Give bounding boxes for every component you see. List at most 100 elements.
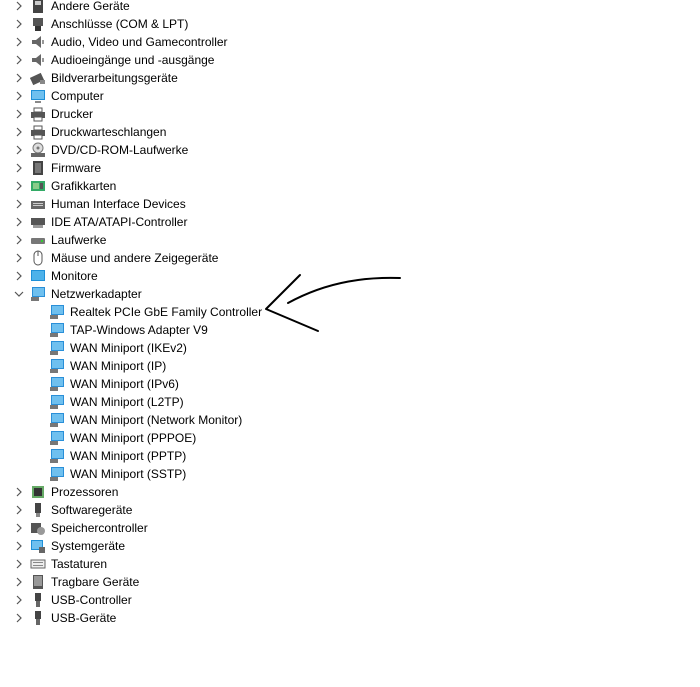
ide-controller-icon bbox=[30, 214, 46, 230]
chevron-right-icon[interactable] bbox=[14, 271, 24, 281]
mouse-icon bbox=[30, 250, 46, 266]
storage-controller-icon bbox=[30, 520, 46, 536]
tree-category-15[interactable]: Monitore bbox=[0, 267, 400, 285]
chevron-right-icon[interactable] bbox=[14, 109, 24, 119]
chevron-right-icon[interactable] bbox=[14, 181, 24, 191]
network-adapter-icon bbox=[49, 394, 65, 410]
tree-device-item[interactable]: WAN Miniport (PPTP) bbox=[0, 447, 400, 465]
network-adapter-icon bbox=[49, 412, 65, 428]
chevron-right-icon[interactable] bbox=[14, 1, 24, 11]
unknown-device-icon bbox=[30, 0, 46, 14]
chevron-right-icon[interactable] bbox=[14, 217, 24, 227]
network-adapter-icon bbox=[49, 358, 65, 374]
chevron-right-icon[interactable] bbox=[14, 253, 24, 263]
chevron-right-icon[interactable] bbox=[14, 127, 24, 137]
tree-device-item[interactable]: WAN Miniport (IPv6) bbox=[0, 375, 400, 393]
tree-category-8[interactable]: DVD/CD-ROM-Laufwerke bbox=[0, 141, 400, 159]
tree-category-label: Mäuse und andere Zeigegeräte bbox=[51, 251, 219, 265]
tree-device-item[interactable]: Realtek PCIe GbE Family Controller bbox=[0, 303, 400, 321]
chevron-right-icon[interactable] bbox=[14, 163, 24, 173]
tree-category-label: Andere Geräte bbox=[51, 0, 130, 13]
tree-device-item[interactable]: WAN Miniport (Network Monitor) bbox=[0, 411, 400, 429]
tree-category-label: Netzwerkadapter bbox=[51, 287, 142, 301]
disc-drive-icon bbox=[30, 142, 46, 158]
tree-category-1[interactable]: Anschlüsse (COM & LPT) bbox=[0, 15, 400, 33]
tree-device-item[interactable]: WAN Miniport (L2TP) bbox=[0, 393, 400, 411]
network-adapter-icon bbox=[30, 286, 46, 302]
portable-device-icon bbox=[30, 574, 46, 590]
chevron-right-icon[interactable] bbox=[14, 235, 24, 245]
tree-category-label: Drucker bbox=[51, 107, 94, 121]
tree-category-13[interactable]: Laufwerke bbox=[0, 231, 400, 249]
tree-device-label: WAN Miniport (L2TP) bbox=[70, 395, 184, 409]
tree-category-14[interactable]: Mäuse und andere Zeigegeräte bbox=[0, 249, 400, 267]
chevron-right-icon[interactable] bbox=[14, 595, 24, 605]
chevron-right-icon[interactable] bbox=[14, 487, 24, 497]
chevron-right-icon[interactable] bbox=[14, 37, 24, 47]
tree-category-2[interactable]: Audio, Video und Gamecontroller bbox=[0, 33, 400, 51]
chevron-right-icon[interactable] bbox=[14, 523, 24, 533]
tree-category-label: Laufwerke bbox=[51, 233, 107, 247]
tree-category-23[interactable]: USB-Controller bbox=[0, 591, 400, 609]
software-device-icon bbox=[30, 502, 46, 518]
tree-device-label: WAN Miniport (IPv6) bbox=[70, 377, 179, 391]
tree-category-4[interactable]: Bildverarbeitungsgeräte bbox=[0, 69, 400, 87]
network-adapter-icon bbox=[49, 466, 65, 482]
keyboard-icon bbox=[30, 556, 46, 572]
tree-category-label: Firmware bbox=[51, 161, 101, 175]
port-icon bbox=[30, 16, 46, 32]
tree-category-17[interactable]: Prozessoren bbox=[0, 483, 400, 501]
tree-category-19[interactable]: Speichercontroller bbox=[0, 519, 400, 537]
tree-device-item[interactable]: WAN Miniport (PPPOE) bbox=[0, 429, 400, 447]
tree-category-label: Systemgeräte bbox=[51, 539, 126, 553]
monitor-icon bbox=[30, 268, 46, 284]
tree-category-5[interactable]: Computer bbox=[0, 87, 400, 105]
tree-category-3[interactable]: Audioeingänge und -ausgänge bbox=[0, 51, 400, 69]
chevron-right-icon[interactable] bbox=[14, 559, 24, 569]
chevron-right-icon[interactable] bbox=[14, 613, 24, 623]
tree-category-24[interactable]: USB-Geräte bbox=[0, 609, 400, 627]
chevron-right-icon[interactable] bbox=[14, 55, 24, 65]
tree-device-label: TAP-Windows Adapter V9 bbox=[70, 323, 208, 337]
tree-device-item[interactable]: WAN Miniport (IP) bbox=[0, 357, 400, 375]
tree-category-label: IDE ATA/ATAPI-Controller bbox=[51, 215, 188, 229]
tree-category-10[interactable]: Grafikkarten bbox=[0, 177, 400, 195]
tree-device-item[interactable]: TAP-Windows Adapter V9 bbox=[0, 321, 400, 339]
tree-category-7[interactable]: Druckwarteschlangen bbox=[0, 123, 400, 141]
tree-category-label: Anschlüsse (COM & LPT) bbox=[51, 17, 189, 31]
tree-device-label: WAN Miniport (PPTP) bbox=[70, 449, 187, 463]
tree-category-21[interactable]: Tastaturen bbox=[0, 555, 400, 573]
hid-icon bbox=[30, 196, 46, 212]
chevron-right-icon[interactable] bbox=[14, 73, 24, 83]
chevron-right-icon[interactable] bbox=[14, 577, 24, 587]
tree-category-18[interactable]: Softwaregeräte bbox=[0, 501, 400, 519]
tree-category-9[interactable]: Firmware bbox=[0, 159, 400, 177]
tree-device-label: WAN Miniport (IP) bbox=[70, 359, 167, 373]
tree-category-20[interactable]: Systemgeräte bbox=[0, 537, 400, 555]
network-adapter-icon bbox=[49, 376, 65, 392]
tree-category-label: Bildverarbeitungsgeräte bbox=[51, 71, 178, 85]
tree-category-22[interactable]: Tragbare Geräte bbox=[0, 573, 400, 591]
camera-icon bbox=[29, 70, 46, 86]
tree-device-item[interactable]: WAN Miniport (SSTP) bbox=[0, 465, 400, 483]
network-adapter-icon bbox=[49, 322, 65, 338]
chevron-down-icon[interactable] bbox=[14, 289, 24, 299]
tree-category-label: Grafikkarten bbox=[51, 179, 117, 193]
tree-device-item[interactable]: WAN Miniport (IKEv2) bbox=[0, 339, 400, 357]
chevron-right-icon[interactable] bbox=[14, 541, 24, 551]
chevron-right-icon[interactable] bbox=[14, 505, 24, 515]
tree-category-label: Monitore bbox=[51, 269, 98, 283]
tree-category-6[interactable]: Drucker bbox=[0, 105, 400, 123]
computer-icon bbox=[30, 88, 46, 104]
tree-category-12[interactable]: IDE ATA/ATAPI-Controller bbox=[0, 213, 400, 231]
chevron-right-icon[interactable] bbox=[14, 19, 24, 29]
chevron-right-icon[interactable] bbox=[14, 91, 24, 101]
tree-category-label: Tastaturen bbox=[51, 557, 108, 571]
chevron-right-icon[interactable] bbox=[14, 199, 24, 209]
speaker-icon bbox=[30, 52, 46, 68]
tree-device-label: WAN Miniport (Network Monitor) bbox=[70, 413, 243, 427]
chevron-right-icon[interactable] bbox=[14, 145, 24, 155]
tree-category-0[interactable]: Andere Geräte bbox=[0, 0, 400, 15]
tree-category-11[interactable]: Human Interface Devices bbox=[0, 195, 400, 213]
tree-category-16[interactable]: Netzwerkadapter bbox=[0, 285, 400, 303]
